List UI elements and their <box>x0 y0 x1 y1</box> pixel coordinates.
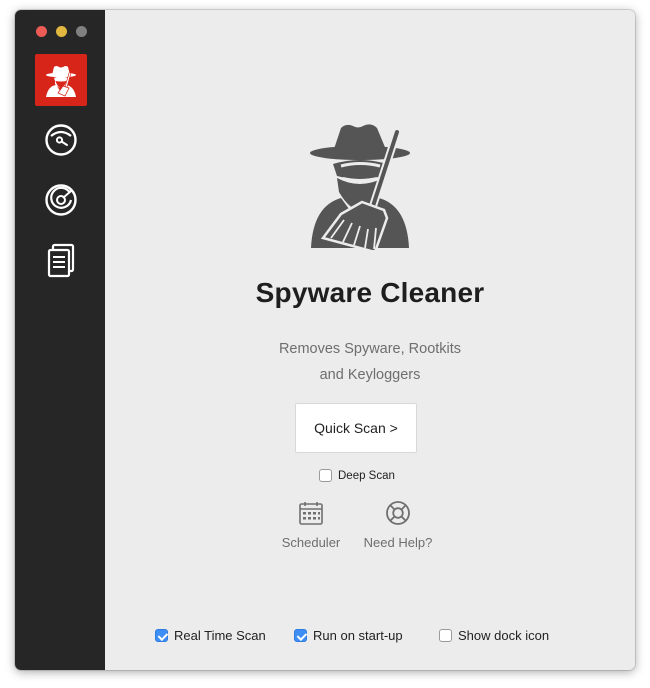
sidebar-item-logs[interactable] <box>35 234 87 286</box>
page-title: Spyware Cleaner <box>255 277 485 308</box>
real-time-scan-label: Real Time Scan <box>174 628 266 643</box>
radar-scan-icon <box>45 184 77 216</box>
quick-scan-button[interactable]: Quick Scan > <box>295 403 417 453</box>
spy-cleaner-icon <box>305 120 415 255</box>
close-window-button[interactable] <box>36 26 47 37</box>
calendar-icon <box>299 502 323 525</box>
run-on-startup-checkbox[interactable] <box>294 629 307 642</box>
sidebar-item-dashboard[interactable] <box>35 114 87 166</box>
show-dock-icon-checkbox[interactable] <box>439 629 452 642</box>
deep-scan-checkbox[interactable] <box>319 469 332 482</box>
scheduler-button[interactable]: Scheduler <box>276 500 346 550</box>
page-subtitle: Removes Spyware, Rootkits and Keyloggers <box>105 336 635 388</box>
show-dock-icon-option[interactable]: Show dock icon <box>439 628 549 643</box>
lifebuoy-icon <box>386 501 410 525</box>
log-documents-icon <box>47 243 75 278</box>
real-time-scan-option[interactable]: Real Time Scan <box>155 628 266 643</box>
sidebar <box>15 10 105 670</box>
app-window: Spyware Cleaner Removes Spyware, Rootkit… <box>15 10 635 670</box>
run-on-startup-option[interactable]: Run on start-up <box>294 628 403 643</box>
dashboard-gauge-icon <box>45 124 77 156</box>
scheduler-label: Scheduler <box>281 535 341 550</box>
need-help-label: Need Help? <box>363 535 433 550</box>
real-time-scan-checkbox[interactable] <box>155 629 168 642</box>
sidebar-item-radar-scan[interactable] <box>35 174 87 226</box>
subtitle-line: and Keyloggers <box>319 367 421 383</box>
deep-scan-option[interactable]: Deep Scan <box>319 469 395 482</box>
minimize-window-button[interactable] <box>56 26 67 37</box>
zoom-window-button[interactable] <box>76 26 87 37</box>
subtitle-line: Removes Spyware, Rootkits <box>278 341 462 357</box>
deep-scan-label: Deep Scan <box>338 469 395 482</box>
need-help-button[interactable]: Need Help? <box>358 500 438 550</box>
sidebar-item-spyware-cleaner[interactable] <box>35 54 87 106</box>
run-on-startup-label: Run on start-up <box>313 628 403 643</box>
main-panel: Spyware Cleaner Removes Spyware, Rootkit… <box>105 10 635 670</box>
spy-icon <box>46 66 76 97</box>
show-dock-icon-label: Show dock icon <box>458 628 550 643</box>
